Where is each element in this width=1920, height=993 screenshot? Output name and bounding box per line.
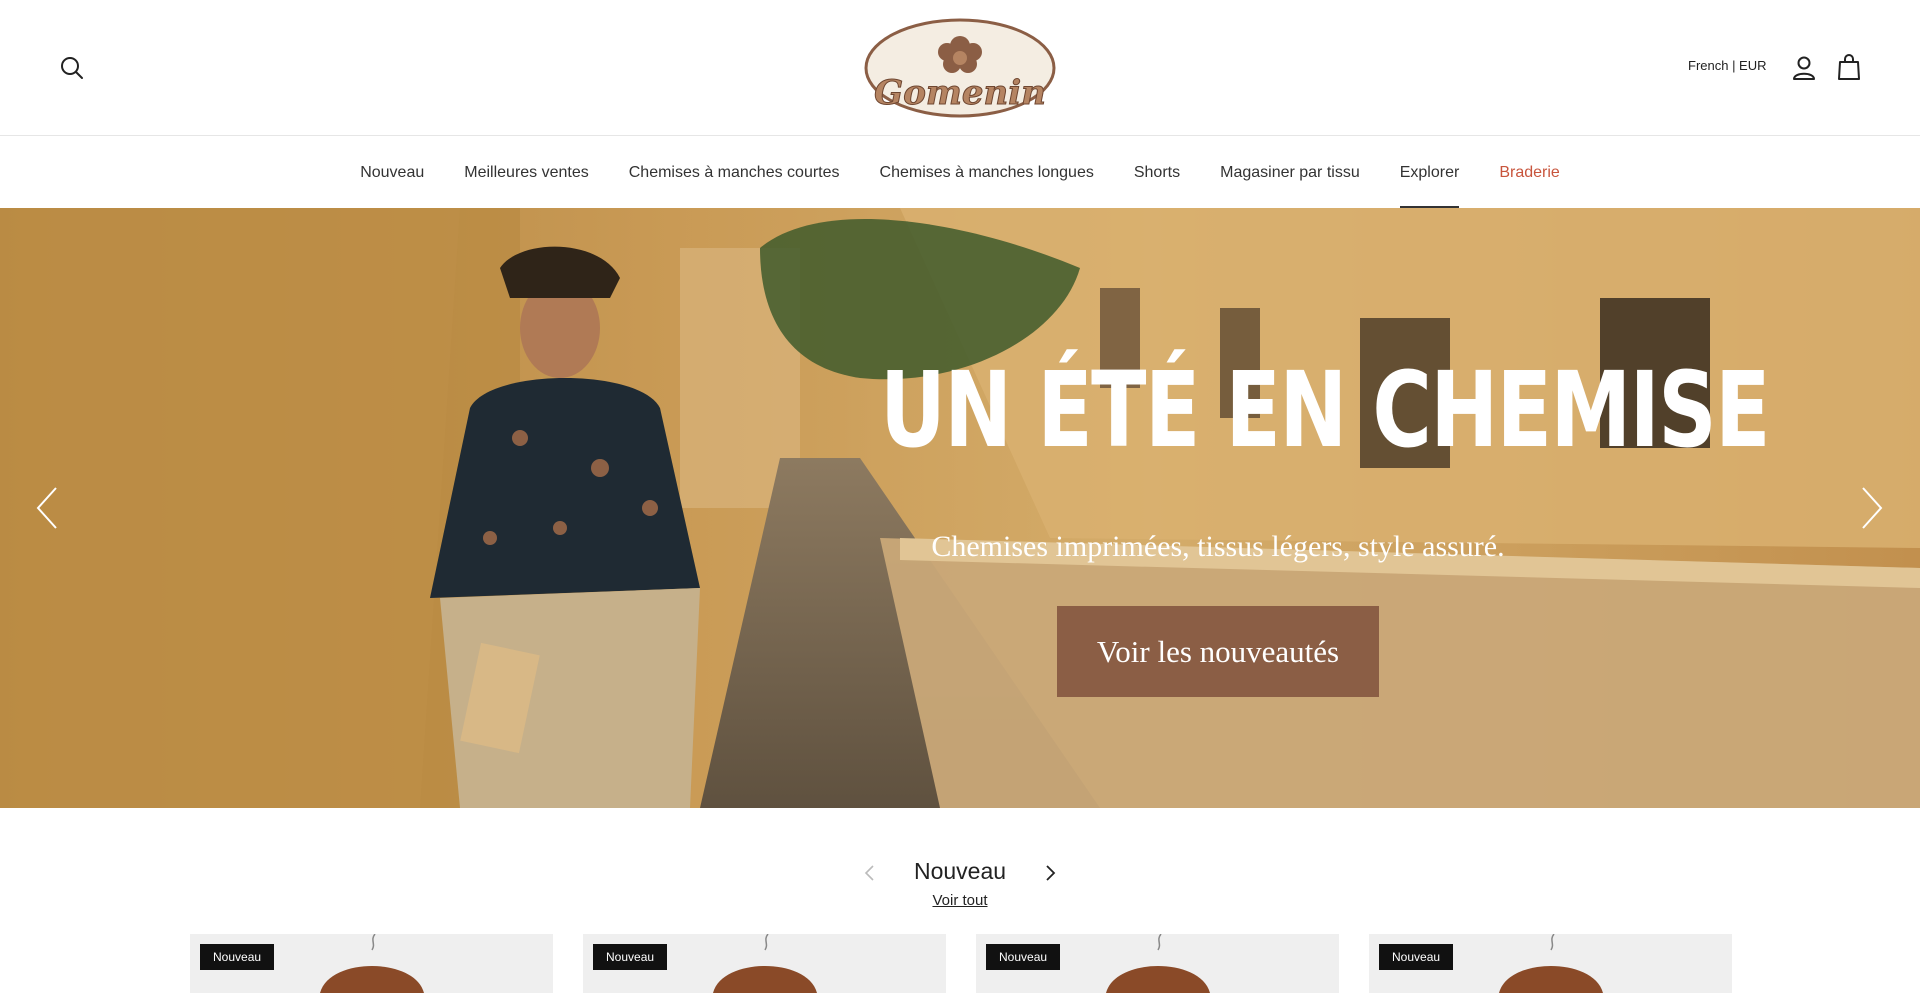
nav-item-2[interactable]: Chemises à manches courtes <box>609 137 860 208</box>
nav-item-3[interactable]: Chemises à manches longues <box>860 137 1114 208</box>
nav-item-6[interactable]: Explorer <box>1380 137 1480 208</box>
locale-selector[interactable]: French | EUR <box>1688 58 1767 73</box>
hero-cta-button[interactable]: Voir les nouveautés <box>1057 606 1379 697</box>
hero-image <box>0 208 1920 808</box>
nav-item-7[interactable]: Braderie <box>1479 137 1579 208</box>
nav-list: Nouveau Meilleures ventes Chemises à manch… <box>0 137 1920 208</box>
product-grid: Nouveau Nouveau Nouveau Nouveau <box>190 934 1732 993</box>
new-badge: Nouveau <box>1379 944 1454 970</box>
new-badge: Nouveau <box>986 944 1061 970</box>
product-card[interactable]: Nouveau <box>190 934 553 993</box>
hero-subtitle: Chemises imprimées, tissus légers, style… <box>931 530 1505 563</box>
user-icon[interactable] <box>1789 53 1819 83</box>
site-logo[interactable]: Gomenin <box>862 16 1058 120</box>
chevron-right-icon[interactable] <box>1040 862 1060 884</box>
main-nav: Nouveau Meilleures ventes Chemises à manch… <box>0 137 1920 208</box>
nav-item-1[interactable]: Meilleures ventes <box>444 137 609 208</box>
view-all-link[interactable]: Voir tout <box>910 892 1010 909</box>
product-card[interactable]: Nouveau <box>583 934 946 993</box>
hero-banner: UN ÉTÉ EN CHEMISE Chemises imprimées, ti… <box>0 208 1920 808</box>
new-arrivals-header: Nouveau Voir tout <box>0 852 1920 922</box>
new-badge: Nouveau <box>593 944 668 970</box>
logo-wordmark: Gomenin <box>874 73 1046 113</box>
chevron-left-icon[interactable] <box>860 862 880 884</box>
chevron-right-icon[interactable] <box>1857 484 1887 532</box>
nav-item-5[interactable]: Magasiner par tissu <box>1200 137 1380 208</box>
site-header: Gomenin French | EUR <box>0 0 1920 136</box>
new-badge: Nouveau <box>200 944 275 970</box>
product-card[interactable]: Nouveau <box>1369 934 1732 993</box>
shopping-bag-icon[interactable] <box>1835 52 1863 82</box>
nav-item-0[interactable]: Nouveau <box>340 137 444 208</box>
chevron-left-icon[interactable] <box>32 484 62 532</box>
search-icon[interactable] <box>58 54 86 82</box>
hero-title: UN ÉTÉ EN CHEMISE <box>880 349 1771 471</box>
section-title: Nouveau <box>913 858 1007 884</box>
product-card[interactable]: Nouveau <box>976 934 1339 993</box>
nav-item-4[interactable]: Shorts <box>1114 137 1200 208</box>
